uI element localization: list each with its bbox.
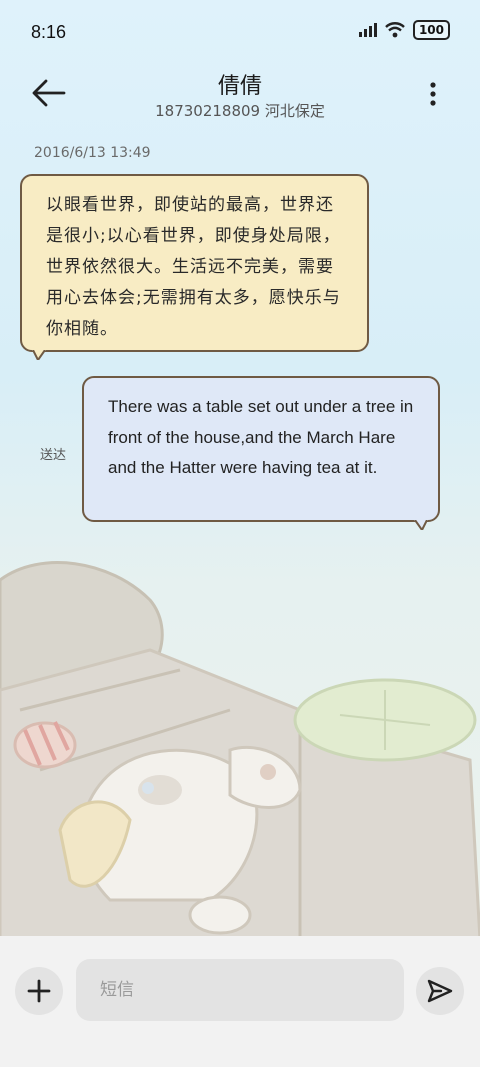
bubble-tail (414, 520, 428, 530)
incoming-message-bubble[interactable]: 以眼看世界，即使站的最高，世界还是很小;以心看世界，即使身处局限，世界依然很大。… (20, 174, 369, 360)
status-bar: 8:16 100 (0, 0, 480, 64)
conversation-header: 倩倩 18730218809 河北保定 (0, 64, 480, 134)
contact-detail: 18730218809 河北保定 (155, 102, 325, 120)
message-timestamp: 2016/6/13 13:49 (34, 145, 151, 161)
status-time: 8:16 (31, 22, 67, 42)
message-input[interactable] (76, 959, 404, 1021)
add-attachment-button[interactable] (15, 967, 63, 1015)
signal-icon (358, 23, 377, 37)
status-icons: 100 (358, 20, 450, 40)
send-icon (427, 979, 453, 1003)
incoming-message-text: 以眼看世界，即使站的最高，世界还是很小;以心看世界，即使身处局限，世界依然很大。… (46, 195, 341, 339)
delivery-status: 送达 (40, 448, 67, 463)
bubble-tail (32, 350, 46, 360)
composer-bar (0, 936, 480, 1067)
plus-icon (27, 979, 51, 1003)
contact-name: 倩倩 (217, 74, 262, 99)
outgoing-message-text: There was a table set out under a tree i… (108, 397, 414, 477)
more-vertical-icon (430, 82, 436, 106)
wifi-icon (385, 22, 405, 38)
outgoing-message-bubble[interactable]: There was a table set out under a tree i… (82, 376, 440, 530)
more-menu-button[interactable] (426, 80, 440, 112)
send-button[interactable] (416, 967, 464, 1015)
background-illustration (0, 561, 480, 940)
battery-icon: 100 (412, 20, 450, 40)
